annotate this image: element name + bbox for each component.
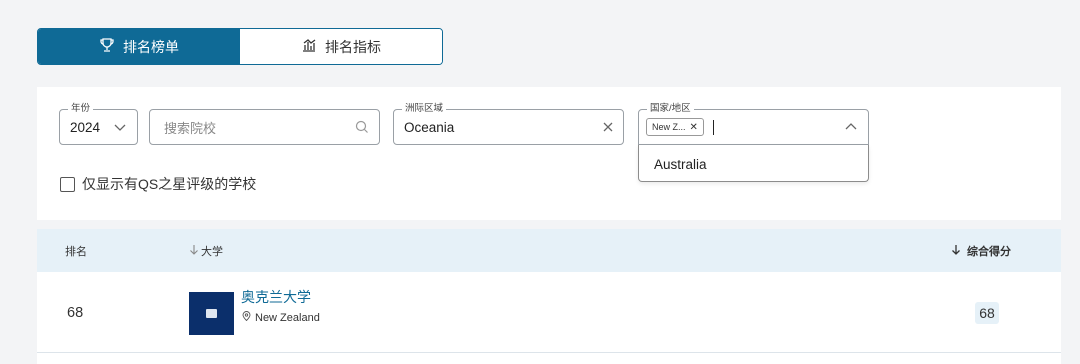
table-header: 排名 大学 综合得分	[37, 229, 1061, 272]
sort-arrow-icon	[951, 244, 961, 258]
ranking-table: 排名 大学 综合得分 68 奥克兰大学 New Zealand 68	[37, 229, 1061, 364]
year-legend: 年份	[68, 103, 94, 115]
year-select[interactable]: 年份 2024	[59, 103, 138, 145]
chevron-up-icon[interactable]	[844, 122, 858, 132]
rank-header: 排名	[65, 245, 87, 258]
chip-remove-icon[interactable]: ✕	[690, 122, 698, 133]
region-legend: 洲际区域	[402, 103, 447, 115]
trophy-icon	[99, 37, 115, 56]
search-icon[interactable]	[355, 120, 369, 134]
university-header-label: 大学	[201, 245, 223, 258]
selected-country-chip[interactable]: New Z... ✕	[646, 118, 704, 136]
text-cursor	[712, 119, 715, 135]
chevron-down-icon	[113, 122, 127, 132]
search-input[interactable]: 搜索院校	[149, 109, 380, 145]
view-tabs: 排名榜单 排名指标	[37, 28, 443, 65]
region-select[interactable]: 洲际区域 Oceania	[393, 103, 624, 145]
close-icon[interactable]	[603, 122, 613, 132]
year-value: 2024	[70, 119, 101, 135]
region-value: Oceania	[404, 119, 455, 135]
location-text: New Zealand	[255, 311, 320, 324]
country-dropdown: Australia	[638, 145, 869, 182]
location-pin-icon	[242, 311, 251, 324]
tab-ranking-indicators[interactable]: 排名指标	[240, 29, 442, 64]
qs-stars-filter[interactable]: 仅显示有QS之星评级的学校	[60, 174, 256, 194]
country-legend: 国家/地区	[647, 103, 694, 115]
dropdown-option-australia[interactable]: Australia	[639, 145, 868, 172]
score-badge: 68	[975, 302, 999, 324]
university-header[interactable]: 大学	[189, 243, 223, 259]
rank-value: 68	[67, 305, 84, 321]
country-select[interactable]: 国家/地区 New Z... ✕	[638, 103, 869, 145]
score-header[interactable]: 综合得分	[951, 243, 1011, 259]
search-placeholder: 搜索院校	[164, 120, 217, 136]
qs-stars-label: 仅显示有QS之星评级的学校	[82, 176, 257, 192]
table-row: 68 奥克兰大学 New Zealand 68	[37, 272, 1061, 353]
university-logo	[189, 292, 234, 335]
bar-chart-icon	[301, 37, 317, 56]
table-row-partial	[37, 353, 1061, 364]
qs-stars-checkbox[interactable]	[60, 176, 75, 192]
sort-arrow-icon	[189, 244, 199, 258]
filter-panel: 年份 2024 搜索院校 洲际区域 Oceania 国家/地区 New Z...…	[37, 87, 1061, 220]
university-location: New Zealand	[242, 311, 320, 324]
tab-label: 排名榜单	[123, 38, 179, 55]
university-name-link[interactable]: 奥克兰大学	[241, 287, 311, 307]
score-header-label: 综合得分	[967, 245, 1011, 258]
chip-label: New Z...	[652, 122, 686, 132]
tab-label: 排名指标	[325, 38, 381, 55]
crest-icon	[206, 309, 217, 318]
tab-ranking-list[interactable]: 排名榜单	[38, 29, 240, 64]
